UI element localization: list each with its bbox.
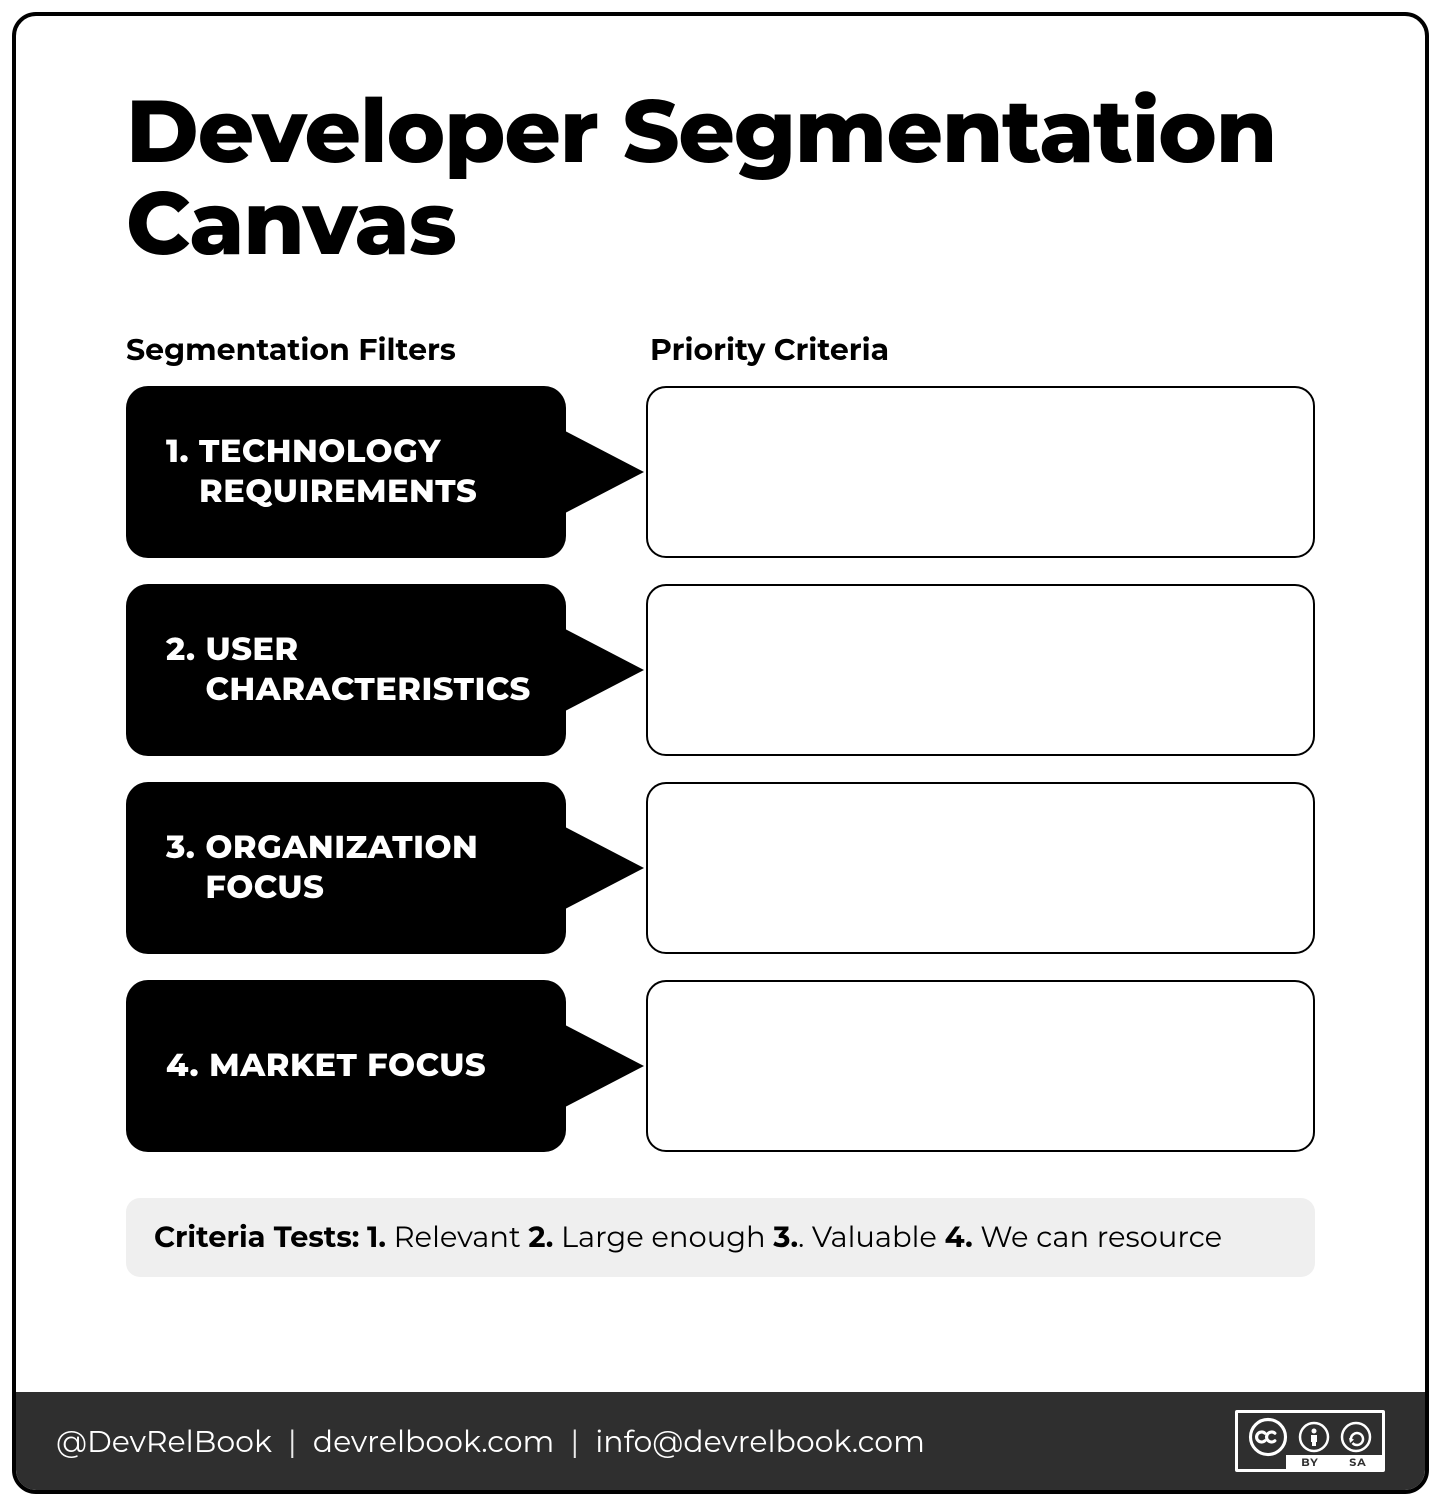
criteria-tests-bar: Criteria Tests: 1. Relevant 2. Large eno… [126, 1198, 1315, 1277]
column-headers: Segmentation Filters Priority Criteria [126, 331, 1315, 368]
criteria-input-box[interactable] [646, 584, 1315, 756]
criteria-text: Valuable [812, 1220, 937, 1255]
filter-label: TECHNOLOGY REQUIREMENTS [199, 432, 536, 512]
arrow-icon [544, 420, 644, 524]
cc-sa-icon [1340, 1421, 1372, 1453]
filter-row: 4. MARKET FOCUS [126, 980, 1315, 1152]
filter-number: 3. [166, 828, 195, 868]
filter-tag: 1. TECHNOLOGY REQUIREMENTS [126, 386, 636, 558]
cc-by-icon [1298, 1421, 1330, 1453]
footer-site: devrelbook.com [313, 1423, 555, 1460]
cc-license-badge: BY SA [1235, 1410, 1385, 1472]
filter-label: MARKET FOCUS [209, 1046, 486, 1086]
criteria-input-box[interactable] [646, 386, 1315, 558]
filter-tag: 3. ORGANIZATION FOCUS [126, 782, 636, 954]
criteria-input-box[interactable] [646, 980, 1315, 1152]
filter-row: 2. USER CHARACTERISTICS [126, 584, 1315, 756]
canvas-frame: Developer Segmentation Canvas Segmentati… [12, 12, 1429, 1494]
filter-row: 1. TECHNOLOGY REQUIREMENTS [126, 386, 1315, 558]
footer-links: @DevRelBook | devrelbook.com | info@devr… [56, 1423, 925, 1460]
content-area: Developer Segmentation Canvas Segmentati… [16, 16, 1425, 1392]
filter-number: 2. [166, 630, 196, 670]
arrow-icon [544, 1014, 644, 1118]
filter-rows: 1. TECHNOLOGY REQUIREMENTS 2. USER CHARA… [126, 386, 1315, 1152]
filters-header: Segmentation Filters [126, 331, 636, 368]
arrow-icon [544, 816, 644, 920]
criteria-num: 4. [945, 1220, 973, 1255]
cc-sublabels: BY SA [1286, 1455, 1382, 1469]
filter-label: USER CHARACTERISTICS [206, 630, 536, 710]
criteria-num: 3. [773, 1220, 798, 1255]
filter-number: 1. [166, 432, 189, 472]
filter-tag: 4. MARKET FOCUS [126, 980, 636, 1152]
filter-row: 3. ORGANIZATION FOCUS [126, 782, 1315, 954]
page-title: Developer Segmentation Canvas [126, 86, 1315, 271]
filter-number: 4. [166, 1046, 199, 1086]
separator: | [570, 1423, 579, 1460]
arrow-icon [544, 618, 644, 722]
criteria-num: 2. [528, 1220, 553, 1255]
criteria-input-box[interactable] [646, 782, 1315, 954]
footer-handle: @DevRelBook [56, 1423, 272, 1460]
filter-tag: 2. USER CHARACTERISTICS [126, 584, 636, 756]
criteria-text: Large enough [561, 1220, 766, 1255]
criteria-text: We can resource [980, 1220, 1222, 1255]
criteria-lead: Criteria Tests: [154, 1220, 359, 1255]
footer-email: info@devrelbook.com [595, 1423, 925, 1460]
separator: | [288, 1423, 297, 1460]
footer: @DevRelBook | devrelbook.com | info@devr… [16, 1392, 1425, 1490]
cc-by-label: BY [1301, 1455, 1318, 1469]
criteria-num: 1. [367, 1220, 386, 1255]
cc-sa-label: SA [1349, 1455, 1366, 1469]
filter-label: ORGANIZATION FOCUS [205, 828, 536, 908]
criteria-header: Priority Criteria [636, 331, 1315, 368]
criteria-text: Relevant [394, 1220, 521, 1255]
cc-icon [1248, 1417, 1288, 1457]
